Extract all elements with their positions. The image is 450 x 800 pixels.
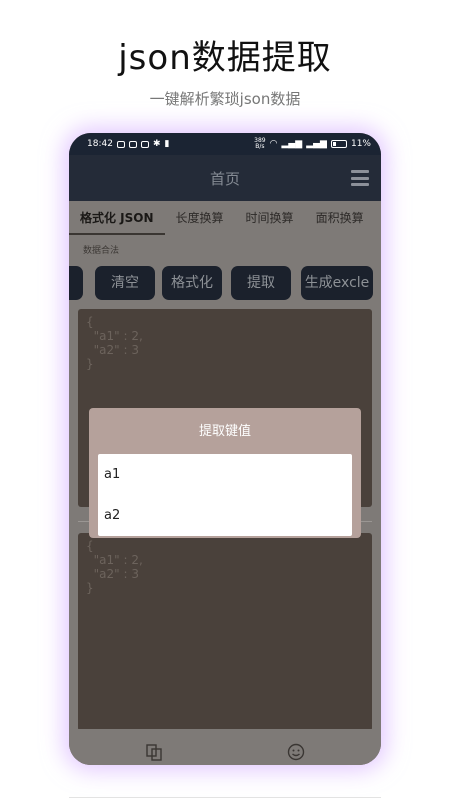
net-speed-unit: B/s [255, 143, 265, 150]
clear-button[interactable]: 清空 [95, 266, 155, 300]
key-item-a1[interactable]: a1 [98, 454, 352, 495]
translate-doc-icon[interactable] [145, 743, 163, 761]
hero-subtitle: 一键解析繁琐json数据 [149, 90, 301, 108]
tab-bar: 格式化 JSON 长度换算 时间换算 面积换算 [69, 201, 381, 235]
key-list: a1 a2 [98, 454, 352, 536]
page-title: 首页 [209, 169, 240, 188]
footer-divider [69, 797, 381, 798]
menu-icon[interactable] [351, 170, 369, 186]
app-bar: 首页 [69, 155, 381, 201]
scrolled-button-edge[interactable] [69, 266, 83, 300]
phone-frame: 18:42 ✱ ▮ 389 B/s ◠ ▂▄▆ ▂▄▆ 11% 首页 格式化 J… [69, 133, 381, 765]
status-bar: 18:42 ✱ ▮ 389 B/s ◠ ▂▄▆ ▂▄▆ 11% [69, 133, 381, 155]
tab-format-json[interactable]: 格式化 JSON [69, 201, 165, 235]
battery-saver-icon: ▮ [164, 139, 170, 149]
net-speed: 389 B/s [254, 138, 265, 150]
validation-bar: 数据合法 [69, 235, 381, 261]
generate-excel-button[interactable]: 生成excle [301, 266, 373, 300]
app-notification-icon [140, 140, 149, 148]
tab-length-convert[interactable]: 长度换算 [165, 201, 235, 235]
bottom-nav [69, 729, 381, 765]
hero-title: json数据提取 [118, 38, 332, 78]
json-output-editor[interactable]: { "a1" : 2, "a2" : 3 } [78, 533, 372, 731]
bluetooth-icon: ✱ [152, 139, 161, 149]
signal-icon: ▂▄▆ [281, 139, 303, 149]
tab-time-convert[interactable]: 时间换算 [235, 201, 305, 235]
status-time: 18:42 [87, 139, 113, 149]
extract-button[interactable]: 提取 [231, 266, 291, 300]
eye-icon [116, 140, 125, 148]
tab-area-convert[interactable]: 面积换算 [305, 201, 375, 235]
extract-keys-dialog: 提取键值 a1 a2 [89, 408, 361, 538]
nfc-icon [128, 140, 137, 148]
action-button-row: 清空 格式化 提取 生成excle [69, 261, 381, 303]
format-button[interactable]: 格式化 [162, 266, 222, 300]
dialog-title: 提取键值 [198, 424, 251, 439]
validation-label: 数据合法 [83, 246, 120, 256]
battery-percent: 11% [350, 139, 371, 149]
key-item-a2[interactable]: a2 [98, 495, 352, 536]
signal-icon-2: ▂▄▆ [306, 139, 327, 149]
smiley-icon[interactable] [287, 743, 305, 761]
battery-icon [330, 140, 347, 148]
wifi-icon: ◠ [269, 139, 278, 149]
